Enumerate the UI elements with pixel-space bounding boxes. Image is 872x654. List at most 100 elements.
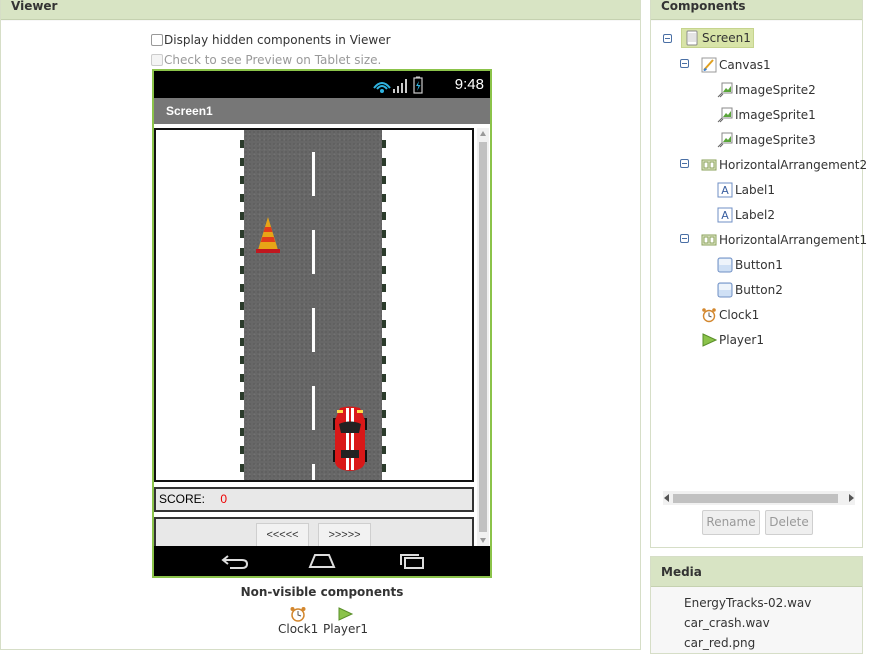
tree-item-label: Player1 — [719, 333, 764, 347]
svg-text:A: A — [721, 184, 729, 197]
components-panel: Components Screen1 Canvas1 ImageSprite2 … — [650, 0, 867, 548]
media-panel: Media EnergyTracks-02.wav car_crash.wav … — [650, 556, 863, 654]
canvas-icon — [701, 57, 717, 73]
tree-item-imagesprite2[interactable]: ImageSprite2 — [717, 82, 816, 98]
collapse-canvas1-icon[interactable] — [680, 59, 689, 68]
signal-icon — [393, 79, 407, 93]
tree-item-imagesprite1[interactable]: ImageSprite1 — [717, 107, 816, 123]
recent-apps-icon[interactable] — [397, 553, 427, 569]
label1-score: SCORE: — [159, 492, 206, 506]
home-icon[interactable] — [307, 553, 337, 569]
display-hidden-checkbox-row[interactable]: Display hidden components in Viewer — [151, 33, 391, 47]
display-hidden-checkbox[interactable] — [151, 34, 163, 46]
components-header: Components — [651, 0, 862, 20]
player-icon — [338, 607, 354, 621]
tree-item-label2[interactable]: A Label2 — [717, 207, 775, 223]
horizontal-arrangement-icon — [701, 234, 717, 246]
button2-right[interactable]: >>>>> — [318, 523, 371, 547]
tree-item-label1[interactable]: A Label1 — [717, 182, 775, 198]
collapse-horizontal-arrangement2-icon[interactable] — [680, 159, 689, 168]
red-car-sprite[interactable] — [332, 406, 368, 472]
collapse-screen1-icon[interactable] — [663, 34, 672, 43]
non-visible-player1[interactable]: Player1 — [323, 606, 368, 636]
horizontal-arrangement1: <<<<< >>>>> — [154, 517, 474, 547]
scroll-thumb[interactable] — [673, 494, 838, 503]
scroll-up-arrow-icon[interactable] — [480, 131, 486, 136]
tree-item-label: Button2 — [735, 283, 783, 297]
delete-button[interactable]: Delete — [765, 510, 813, 535]
tree-item-horizontal-arrangement1[interactable]: HorizontalArrangement1 — [701, 232, 867, 248]
android-nav-bar — [154, 546, 490, 576]
scroll-thumb[interactable] — [479, 142, 487, 532]
horizontal-arrangement-icon — [701, 159, 717, 171]
components-horizontal-scrollbar[interactable] — [663, 491, 855, 505]
battery-icon — [413, 76, 423, 94]
label-icon: A — [717, 182, 733, 198]
components-tree: Screen1 Canvas1 ImageSprite2 ImageSprite… — [651, 21, 867, 547]
non-visible-components-title: Non-visible components — [240, 585, 404, 599]
media-file-item[interactable]: EnergyTracks-02.wav — [684, 596, 811, 610]
tree-item-screen1-selected[interactable]: Screen1 — [681, 28, 754, 48]
media-file-item[interactable]: car_red.png — [684, 636, 755, 650]
traffic-cone-sprite[interactable] — [256, 216, 280, 254]
lane-marking — [312, 386, 315, 430]
canvas1[interactable] — [154, 128, 474, 482]
screen-icon — [686, 30, 698, 46]
viewer-panel: Viewer Display hidden components in View… — [0, 0, 641, 650]
image-sprite-icon — [717, 107, 733, 123]
tree-item-label: Canvas1 — [719, 58, 771, 72]
tree-item-label: Label2 — [735, 208, 776, 222]
tablet-preview-checkbox[interactable] — [151, 54, 163, 66]
tree-item-label: HorizontalArrangement2 — [719, 158, 868, 172]
tree-item-label: HorizontalArrangement1 — [719, 233, 868, 247]
tree-item-label: Screen1 — [702, 31, 751, 45]
tree-item-canvas1[interactable]: Canvas1 — [701, 57, 771, 73]
tree-item-clock1[interactable]: Clock1 — [701, 307, 759, 323]
lane-marking — [312, 152, 315, 196]
non-visible-clock1-label: Clock1 — [278, 622, 319, 636]
image-sprite-icon — [717, 82, 733, 98]
tree-item-button2[interactable]: Button2 — [717, 282, 783, 298]
viewer-vertical-scrollbar[interactable] — [477, 128, 489, 546]
status-bar: 9:48 — [154, 71, 490, 98]
scroll-down-arrow-icon[interactable] — [480, 538, 486, 543]
tree-item-label: Clock1 — [719, 308, 760, 322]
road-edge-right — [382, 130, 386, 480]
lane-marking — [312, 308, 315, 352]
clock-icon — [290, 607, 306, 622]
button-icon — [717, 257, 733, 273]
tree-item-horizontal-arrangement2[interactable]: HorizontalArrangement2 — [701, 157, 867, 173]
scroll-right-arrow-icon[interactable] — [849, 494, 854, 502]
screen-title-bar: Screen1 — [154, 98, 490, 124]
tablet-preview-label: Check to see Preview on Tablet size. — [164, 53, 382, 67]
wifi-icon — [373, 82, 391, 93]
viewer-header: Viewer — [1, 0, 640, 20]
tree-item-label: ImageSprite1 — [735, 108, 816, 122]
road-edge-left — [240, 130, 244, 480]
clock-icon — [702, 308, 716, 323]
rename-button[interactable]: Rename — [702, 510, 760, 535]
lane-marking — [312, 230, 315, 274]
collapse-horizontal-arrangement1-icon[interactable] — [680, 234, 689, 243]
tree-item-label: Button1 — [735, 258, 783, 272]
status-time: 9:48 — [454, 76, 484, 93]
svg-text:A: A — [721, 209, 729, 222]
scroll-left-arrow-icon[interactable] — [664, 494, 669, 502]
media-file-item[interactable]: car_crash.wav — [684, 616, 770, 630]
tree-item-player1[interactable]: Player1 — [701, 332, 764, 348]
button1-left[interactable]: <<<<< — [256, 523, 309, 547]
back-icon[interactable] — [220, 553, 250, 569]
player-icon — [702, 333, 717, 347]
tree-item-screen1[interactable]: Screen1 — [681, 28, 754, 48]
tree-item-button1[interactable]: Button1 — [717, 257, 783, 273]
lane-marking — [312, 464, 315, 480]
non-visible-player1-label: Player1 — [323, 622, 368, 636]
non-visible-clock1[interactable]: Clock1 — [278, 606, 318, 636]
display-hidden-label: Display hidden components in Viewer — [164, 33, 391, 47]
tree-item-imagesprite3[interactable]: ImageSprite3 — [717, 132, 816, 148]
button-icon — [717, 282, 733, 298]
label2-score-value: 0 — [220, 492, 228, 506]
tree-item-label: Label1 — [735, 183, 776, 197]
status-icons — [373, 76, 423, 94]
tablet-preview-checkbox-row[interactable]: Check to see Preview on Tablet size. — [151, 53, 381, 67]
